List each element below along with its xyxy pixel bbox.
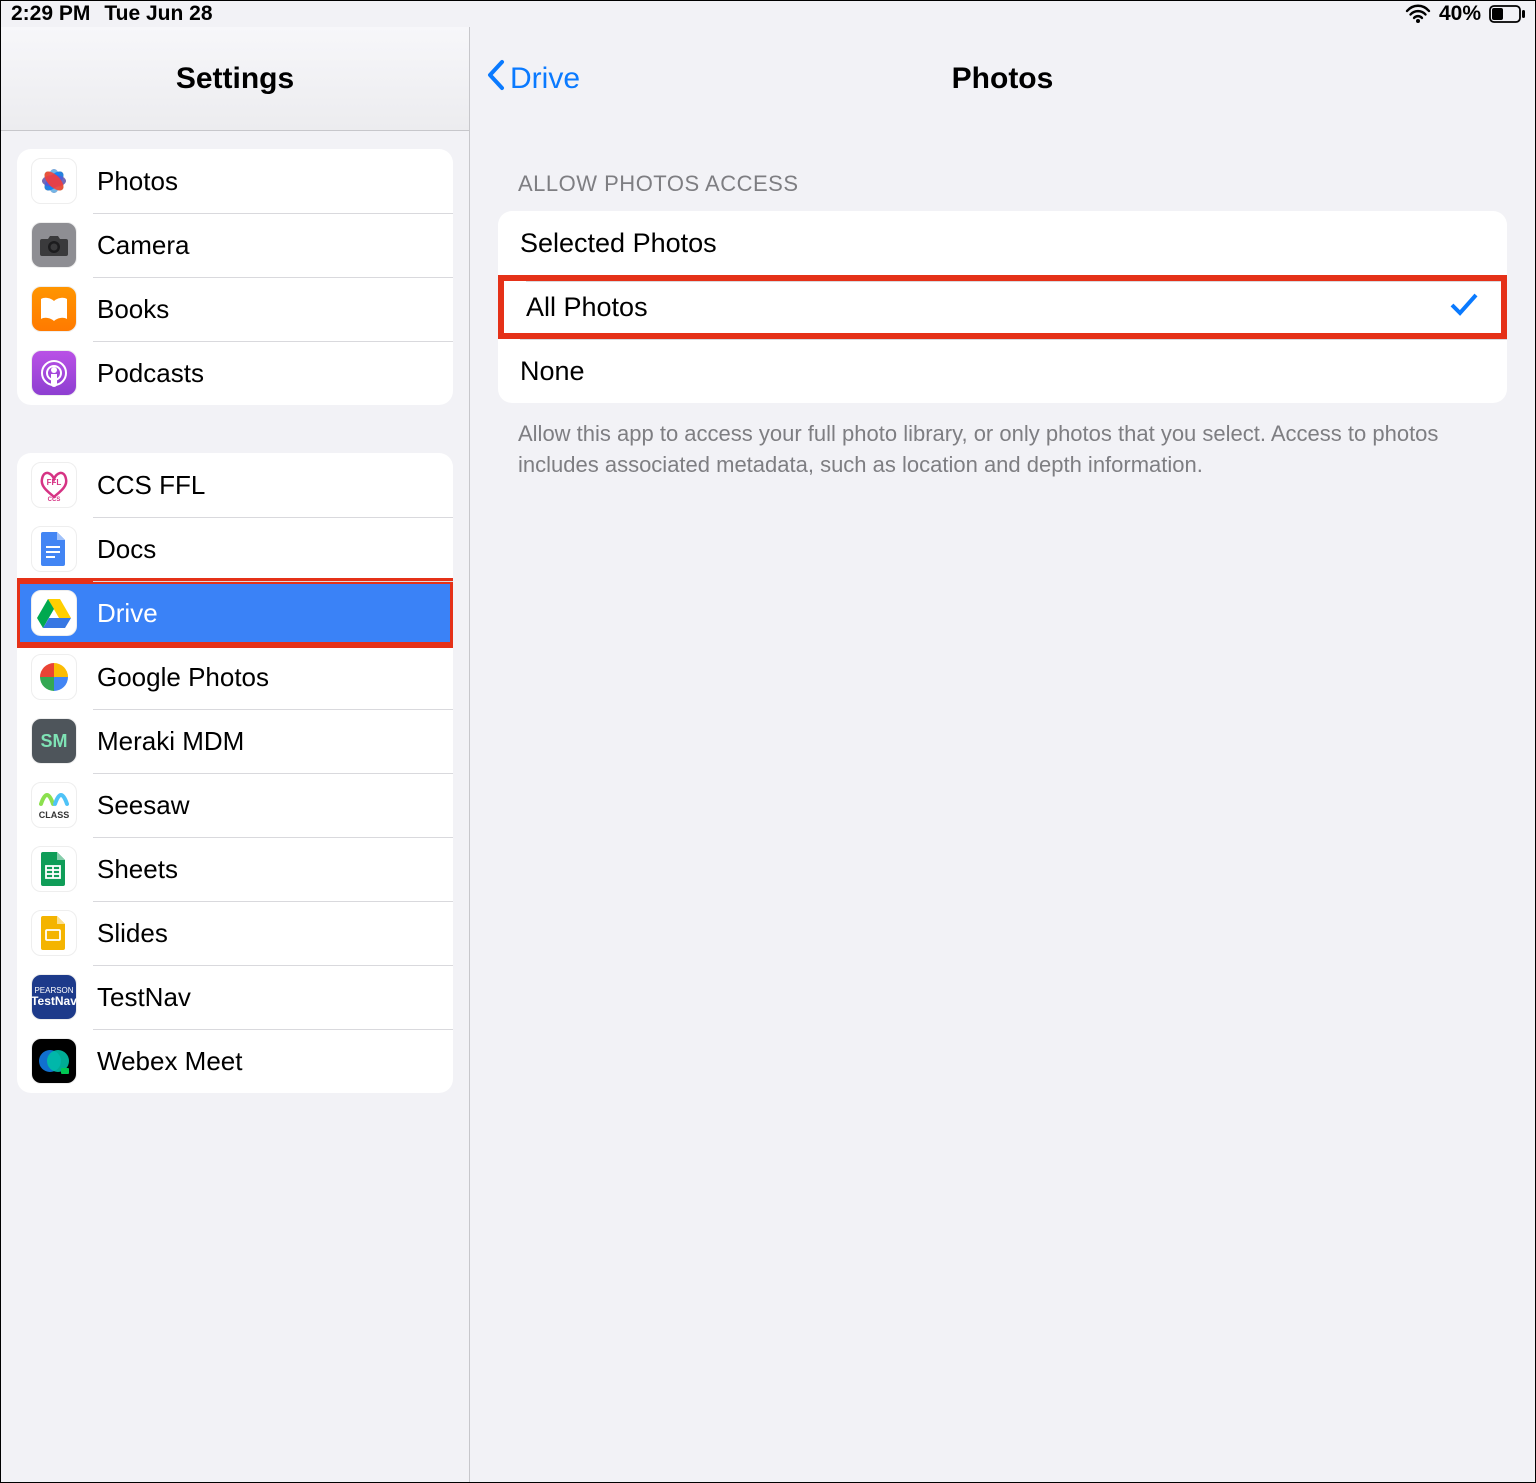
detail-title: Photos	[952, 62, 1054, 96]
battery-icon	[1489, 5, 1525, 23]
sidebar-item-label: Photos	[97, 166, 178, 197]
testnav-app-icon: PEARSON TestNav	[31, 974, 77, 1020]
status-right: 40%	[1405, 2, 1525, 26]
sidebar-item-meraki[interactable]: SM Meraki MDM	[17, 709, 453, 773]
status-left: 2:29 PM Tue Jun 28	[11, 2, 213, 26]
google-slides-app-icon	[31, 910, 77, 956]
sidebar-item-testnav[interactable]: PEARSON TestNav TestNav	[17, 965, 453, 1029]
google-drive-app-icon	[31, 590, 77, 636]
chevron-left-icon	[486, 59, 506, 99]
back-label: Drive	[510, 62, 580, 96]
sidebar-item-label: Books	[97, 294, 169, 325]
checkmark-icon	[1449, 291, 1479, 324]
status-bar: 2:29 PM Tue Jun 28 40%	[1, 1, 1535, 27]
option-none[interactable]: None	[498, 339, 1507, 403]
settings-app-root: 2:29 PM Tue Jun 28 40% Settings	[1, 1, 1535, 1482]
back-button[interactable]: Drive	[486, 59, 580, 99]
ccs-ffl-app-icon: FFL CCS	[31, 462, 77, 508]
sidebar-item-sheets[interactable]: Sheets	[17, 837, 453, 901]
seesaw-app-icon: CLASS	[31, 782, 77, 828]
option-selected-photos[interactable]: Selected Photos	[498, 211, 1507, 275]
status-time: 2:29 PM	[11, 2, 90, 26]
option-all-photos[interactable]: All Photos	[498, 275, 1507, 339]
books-app-icon	[31, 286, 77, 332]
option-label: Selected Photos	[520, 228, 717, 259]
sidebar-item-seesaw[interactable]: CLASS Seesaw	[17, 773, 453, 837]
sidebar-scroll[interactable]: Photos Camera Books	[1, 131, 469, 1181]
sidebar-item-docs[interactable]: Docs	[17, 517, 453, 581]
sidebar-item-slides[interactable]: Slides	[17, 901, 453, 965]
google-docs-app-icon	[31, 526, 77, 572]
section-footer: Allow this app to access your full photo…	[498, 403, 1507, 481]
sidebar-item-books[interactable]: Books	[17, 277, 453, 341]
sidebar-item-label: Drive	[97, 598, 158, 629]
section-header: ALLOW PHOTOS ACCESS	[498, 171, 1507, 211]
sidebar-item-label: Google Photos	[97, 662, 269, 693]
sidebar-item-label: CCS FFL	[97, 470, 205, 501]
svg-text:CCS: CCS	[48, 497, 61, 503]
sidebar-item-label: Podcasts	[97, 358, 204, 389]
sidebar-item-ccs-ffl[interactable]: FFL CCS CCS FFL	[17, 453, 453, 517]
option-label: All Photos	[526, 292, 648, 323]
option-label: None	[520, 356, 585, 387]
detail-pane: Drive Photos ALLOW PHOTOS ACCESS Selecte…	[470, 27, 1535, 1482]
photos-app-icon	[31, 158, 77, 204]
sidebar-item-podcasts[interactable]: Podcasts	[17, 341, 453, 405]
detail-nav-bar: Drive Photos	[470, 27, 1535, 131]
sidebar-item-drive[interactable]: Drive	[17, 581, 453, 645]
meraki-mdm-app-icon: SM	[31, 718, 77, 764]
battery-percentage: 40%	[1439, 2, 1481, 26]
sidebar-item-label: Webex Meet	[97, 1046, 242, 1077]
sidebar-item-google-photos[interactable]: Google Photos	[17, 645, 453, 709]
sidebar-group-apps: FFL CCS CCS FFL Docs Drive	[17, 453, 453, 1093]
settings-sidebar: Settings	[1, 27, 470, 1482]
sidebar-item-photos[interactable]: Photos	[17, 149, 453, 213]
detail-body[interactable]: ALLOW PHOTOS ACCESS Selected Photos All …	[470, 131, 1535, 521]
sidebar-item-label: TestNav	[97, 982, 191, 1013]
sidebar-item-label: Slides	[97, 918, 168, 949]
sidebar-item-label: Sheets	[97, 854, 178, 885]
webex-meet-app-icon	[31, 1038, 77, 1084]
podcasts-app-icon	[31, 350, 77, 396]
sidebar-item-label: Meraki MDM	[97, 726, 244, 757]
photos-access-options: Selected Photos All Photos None	[498, 211, 1507, 403]
status-date: Tue Jun 28	[104, 2, 212, 26]
svg-text:FFL: FFL	[47, 478, 62, 487]
sidebar-item-label: Docs	[97, 534, 156, 565]
split-view: Settings	[1, 27, 1535, 1482]
sidebar-item-label: Seesaw	[97, 790, 190, 821]
google-sheets-app-icon	[31, 846, 77, 892]
google-photos-app-icon	[31, 654, 77, 700]
sidebar-item-camera[interactable]: Camera	[17, 213, 453, 277]
sidebar-item-label: Camera	[97, 230, 189, 261]
sidebar-title: Settings	[1, 27, 469, 131]
camera-app-icon	[31, 222, 77, 268]
wifi-icon	[1405, 4, 1431, 24]
sidebar-group-system: Photos Camera Books	[17, 149, 453, 405]
sidebar-item-webex[interactable]: Webex Meet	[17, 1029, 453, 1093]
